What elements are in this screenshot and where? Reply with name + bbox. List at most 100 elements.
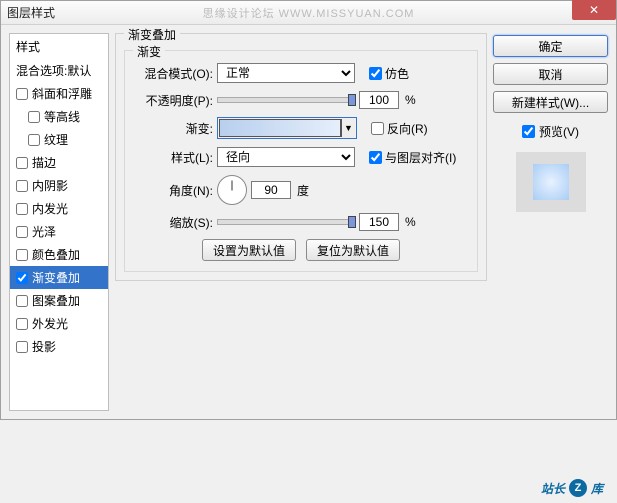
angle-dial[interactable] xyxy=(217,175,247,205)
gradient-picker[interactable]: ▼ xyxy=(217,117,357,139)
align-checkbox-wrap[interactable]: 与图层对齐(I) xyxy=(369,149,456,166)
sidebar-item-outer-glow[interactable]: 外发光 xyxy=(10,312,108,335)
checkbox[interactable] xyxy=(28,134,40,146)
sidebar-item-satin[interactable]: 光泽 xyxy=(10,220,108,243)
blend-mode-label: 混合模式(O): xyxy=(135,65,213,82)
preview-checkbox-wrap[interactable]: 预览(V) xyxy=(493,123,608,140)
checkbox[interactable] xyxy=(16,226,28,238)
checkbox[interactable] xyxy=(16,272,28,284)
inner-group-title: 渐变 xyxy=(133,43,165,60)
scale-slider[interactable] xyxy=(217,219,355,225)
sidebar-item-label: 光泽 xyxy=(32,223,56,240)
sidebar-item-label: 斜面和浮雕 xyxy=(32,85,92,102)
preview-checkbox[interactable] xyxy=(522,125,535,138)
checkbox[interactable] xyxy=(28,111,40,123)
sidebar-item-bevel[interactable]: 斜面和浮雕 xyxy=(10,82,108,105)
sidebar-item-label: 等高线 xyxy=(44,108,80,125)
checkbox[interactable] xyxy=(16,203,28,215)
cancel-button[interactable]: 取消 xyxy=(493,63,608,85)
checkbox[interactable] xyxy=(16,341,28,353)
angle-label: 角度(N): xyxy=(135,182,213,199)
opacity-input[interactable] xyxy=(359,91,399,109)
close-button[interactable]: ✕ xyxy=(572,0,616,20)
gradient-swatch[interactable] xyxy=(219,119,341,137)
scale-input[interactable] xyxy=(359,213,399,231)
style-select[interactable]: 径向 xyxy=(217,147,355,167)
checkbox[interactable] xyxy=(16,88,28,100)
gradient-row: 渐变: ▼ 反向(R) xyxy=(135,117,467,139)
angle-row: 角度(N): 度 xyxy=(135,175,467,205)
reverse-label: 反向(R) xyxy=(387,120,428,137)
sidebar-blending-options[interactable]: 混合选项:默认 xyxy=(10,59,108,82)
sidebar-item-label: 内阴影 xyxy=(32,177,68,194)
reset-default-button[interactable]: 复位为默认值 xyxy=(306,239,400,261)
opacity-unit: % xyxy=(405,93,416,107)
align-label: 与图层对齐(I) xyxy=(385,149,456,166)
watermark-text: 思缘设计论坛 WWW.MISSYUAN.COM xyxy=(203,5,415,21)
styles-sidebar: 样式 混合选项:默认 斜面和浮雕 等高线 纹理 描边 内阴影 内发光 光泽 颜色… xyxy=(9,33,109,411)
style-row: 样式(L): 径向 与图层对齐(I) xyxy=(135,147,467,167)
sidebar-item-label: 图案叠加 xyxy=(32,292,80,309)
default-buttons-row: 设置为默认值 复位为默认值 xyxy=(135,239,467,261)
dialog-body: 样式 混合选项:默认 斜面和浮雕 等高线 纹理 描边 内阴影 内发光 光泽 颜色… xyxy=(1,25,616,419)
gradient-label: 渐变: xyxy=(135,120,213,137)
sidebar-item-label: 渐变叠加 xyxy=(32,269,80,286)
angle-input[interactable] xyxy=(251,181,291,199)
dither-checkbox[interactable] xyxy=(369,67,382,80)
preview-label: 预览(V) xyxy=(539,123,579,140)
sidebar-item-contour[interactable]: 等高线 xyxy=(10,105,108,128)
checkbox[interactable] xyxy=(16,295,28,307)
preview-inner xyxy=(533,164,569,200)
right-panel: 确定 取消 新建样式(W)... 预览(V) xyxy=(493,33,608,411)
checkbox[interactable] xyxy=(16,318,28,330)
layer-style-dialog: 图层样式 思缘设计论坛 WWW.MISSYUAN.COM ✕ 样式 混合选项:默… xyxy=(0,0,617,420)
sidebar-item-texture[interactable]: 纹理 xyxy=(10,128,108,151)
gradient-inner-group: 渐变 混合模式(O): 正常 仿色 不透明度(P): xyxy=(124,50,478,272)
scale-row: 缩放(S): % xyxy=(135,213,467,231)
checkbox[interactable] xyxy=(16,157,28,169)
opacity-slider[interactable] xyxy=(217,97,355,103)
reverse-checkbox-wrap[interactable]: 反向(R) xyxy=(371,120,428,137)
titlebar: 图层样式 思缘设计论坛 WWW.MISSYUAN.COM ✕ xyxy=(1,1,616,25)
sidebar-item-gradient-overlay[interactable]: 渐变叠加 xyxy=(10,266,108,289)
align-checkbox[interactable] xyxy=(369,151,382,164)
group-title: 渐变叠加 xyxy=(124,26,180,43)
brand-text-a: 站长 xyxy=(541,480,565,497)
opacity-label: 不透明度(P): xyxy=(135,92,213,109)
style-label: 样式(L): xyxy=(135,149,213,166)
sidebar-item-label: 外发光 xyxy=(32,315,68,332)
sidebar-item-stroke[interactable]: 描边 xyxy=(10,151,108,174)
sidebar-item-label: 描边 xyxy=(32,154,56,171)
angle-needle xyxy=(232,181,233,191)
blend-mode-select[interactable]: 正常 xyxy=(217,63,355,83)
scale-unit: % xyxy=(405,215,416,229)
new-style-button[interactable]: 新建样式(W)... xyxy=(493,91,608,113)
reverse-checkbox[interactable] xyxy=(371,122,384,135)
main-panel: 渐变叠加 渐变 混合模式(O): 正常 仿色 不透明度(P): xyxy=(115,33,487,411)
sidebar-item-pattern-overlay[interactable]: 图案叠加 xyxy=(10,289,108,312)
scale-label: 缩放(S): xyxy=(135,214,213,231)
checkbox[interactable] xyxy=(16,180,28,192)
angle-unit: 度 xyxy=(297,182,309,199)
checkbox[interactable] xyxy=(16,249,28,261)
sidebar-item-label: 纹理 xyxy=(44,131,68,148)
opacity-row: 不透明度(P): % xyxy=(135,91,467,109)
sidebar-item-color-overlay[interactable]: 颜色叠加 xyxy=(10,243,108,266)
sidebar-item-drop-shadow[interactable]: 投影 xyxy=(10,335,108,358)
sidebar-item-inner-shadow[interactable]: 内阴影 xyxy=(10,174,108,197)
sidebar-item-label: 内发光 xyxy=(32,200,68,217)
window-title: 图层样式 xyxy=(7,4,55,21)
sidebar-item-label: 颜色叠加 xyxy=(32,246,80,263)
sidebar-item-label: 混合选项:默认 xyxy=(16,62,91,79)
close-icon: ✕ xyxy=(589,3,599,17)
preview-swatch xyxy=(516,152,586,212)
sidebar-item-inner-glow[interactable]: 内发光 xyxy=(10,197,108,220)
ok-button[interactable]: 确定 xyxy=(493,35,608,57)
sidebar-item-label: 投影 xyxy=(32,338,56,355)
brand-icon: Z xyxy=(569,479,587,497)
dither-checkbox-wrap[interactable]: 仿色 xyxy=(369,65,409,82)
make-default-button[interactable]: 设置为默认值 xyxy=(202,239,296,261)
gradient-dropdown-arrow[interactable]: ▼ xyxy=(341,119,355,137)
sidebar-header: 样式 xyxy=(10,34,108,59)
dither-label: 仿色 xyxy=(385,65,409,82)
